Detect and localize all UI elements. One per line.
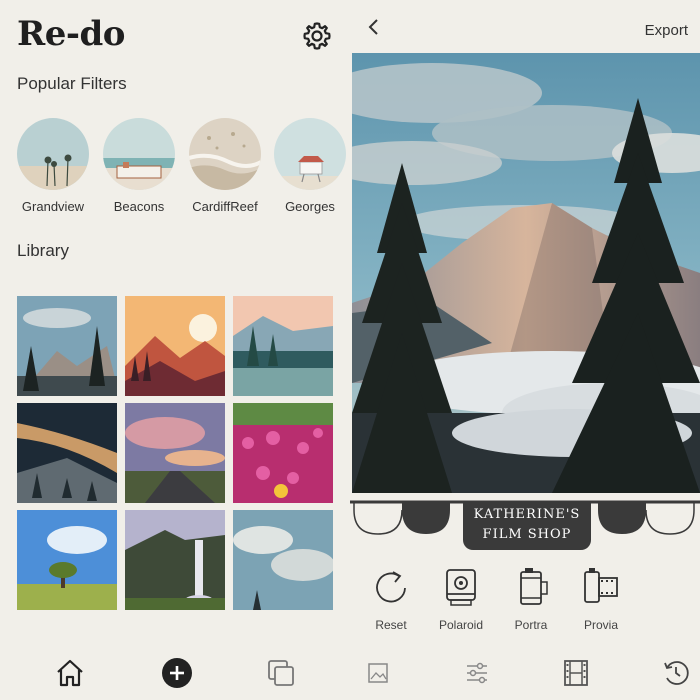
tool-polaroid[interactable]: Polaroid <box>429 566 493 632</box>
tool-reset[interactable]: Reset <box>359 566 423 632</box>
library-photo-storm-mountain[interactable] <box>17 403 117 503</box>
settings-gear-icon[interactable] <box>301 20 333 52</box>
app-logo: Re-do <box>17 14 125 54</box>
library-photo-pink-flowers[interactable] <box>233 403 333 503</box>
filter-beacons-thumbnail <box>103 118 175 190</box>
filter-label: Georges <box>285 199 335 214</box>
collections-icon[interactable] <box>264 656 298 690</box>
home-icon[interactable] <box>53 656 87 690</box>
library-photo-sunset-illustration[interactable] <box>125 296 225 396</box>
add-photo-button[interactable] <box>160 656 194 690</box>
library-photo-lake-forest[interactable] <box>233 296 333 396</box>
filter-label: CardiffReef <box>192 199 258 214</box>
film-roll-icon <box>584 568 618 603</box>
editor-photo-preview <box>352 53 700 493</box>
adjust-sliders-icon[interactable] <box>460 656 494 690</box>
tool-label: Polaroid <box>438 618 484 632</box>
film-canister-icon <box>520 568 548 605</box>
library-title: Library <box>17 241 69 260</box>
filter-label: Grandview <box>21 199 85 214</box>
film-strip-icon[interactable] <box>559 656 593 690</box>
tool-portra[interactable]: Portra <box>499 566 563 632</box>
library-photo-clouds[interactable] <box>233 510 333 610</box>
banner-line-2: FILM SHOP <box>482 527 572 542</box>
history-icon[interactable] <box>659 656 693 690</box>
reset-icon <box>376 571 406 603</box>
filter-cardiffreef-thumbnail <box>189 118 261 190</box>
tool-label: Portra <box>514 618 548 632</box>
library-photo-tree-field[interactable] <box>17 510 117 610</box>
filter-label: Beacons <box>113 199 165 214</box>
polaroid-camera-icon <box>446 569 476 606</box>
banner-line-1: KATHERINE'S <box>473 507 581 522</box>
library-photo-mountain-trees[interactable] <box>17 296 117 396</box>
editor-panel: Export KATHERINE'S FILM SHOP Reset Polar… <box>350 0 700 700</box>
filter-beacons[interactable]: Beacons <box>102 118 176 214</box>
tool-label: Provia <box>583 618 618 632</box>
bottom-navigation <box>0 650 700 700</box>
film-shop-banner: KATHERINE'S FILM SHOP <box>463 502 591 550</box>
image-icon[interactable] <box>361 656 395 690</box>
filter-georges-thumbnail <box>274 118 346 190</box>
tool-provia[interactable]: Provia <box>569 566 633 632</box>
library-photo-road-sunset[interactable] <box>125 403 225 503</box>
popular-filters-row: Grandview Beacons CardiffReef Georges <box>0 118 350 218</box>
export-button[interactable]: Export <box>645 22 688 39</box>
library-photo-waterfall[interactable] <box>125 510 225 610</box>
tool-label: Reset <box>375 618 407 632</box>
filter-grandview[interactable]: Grandview <box>16 118 90 214</box>
filter-georges[interactable]: Georges <box>273 118 347 214</box>
mountain-photo <box>352 53 700 493</box>
back-chevron-icon[interactable] <box>364 16 384 38</box>
filter-cardiffreef[interactable]: CardiffReef <box>188 118 262 214</box>
film-tools-row: Reset Polaroid Portra Provia <box>350 566 700 636</box>
filter-grandview-thumbnail <box>17 118 89 190</box>
library-panel: Re-do Popular Filters Grandview Beacons … <box>0 0 350 700</box>
popular-filters-title: Popular Filters <box>17 74 127 93</box>
